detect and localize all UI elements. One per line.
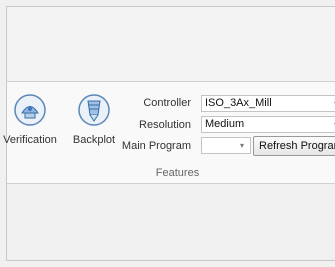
main-program-label: Main Program	[121, 140, 191, 152]
features-group-label: Features	[155, 167, 200, 179]
backplot-button[interactable]: Backplot	[66, 93, 122, 163]
resolution-label: Resolution	[139, 119, 191, 131]
controller-select[interactable]: ISO_3Ax_Mill ▾	[201, 95, 335, 112]
resolution-select[interactable]: Medium ▾	[201, 116, 335, 133]
backplot-label: Backplot	[72, 134, 116, 146]
refresh-program-button[interactable]: Refresh Program	[253, 136, 335, 156]
resolution-value: Medium	[205, 118, 245, 130]
controller-label: Controller	[143, 97, 191, 109]
backplot-icon	[78, 94, 110, 126]
main-program-select[interactable]: ▾	[201, 137, 251, 154]
content-area	[7, 184, 335, 260]
controller-value: ISO_3Ax_Mill	[205, 97, 272, 109]
verification-icon	[14, 94, 46, 126]
verification-label: Verification	[3, 134, 57, 146]
verification-button[interactable]: Verification	[2, 93, 58, 163]
chevron-down-icon: ▾	[239, 141, 244, 150]
